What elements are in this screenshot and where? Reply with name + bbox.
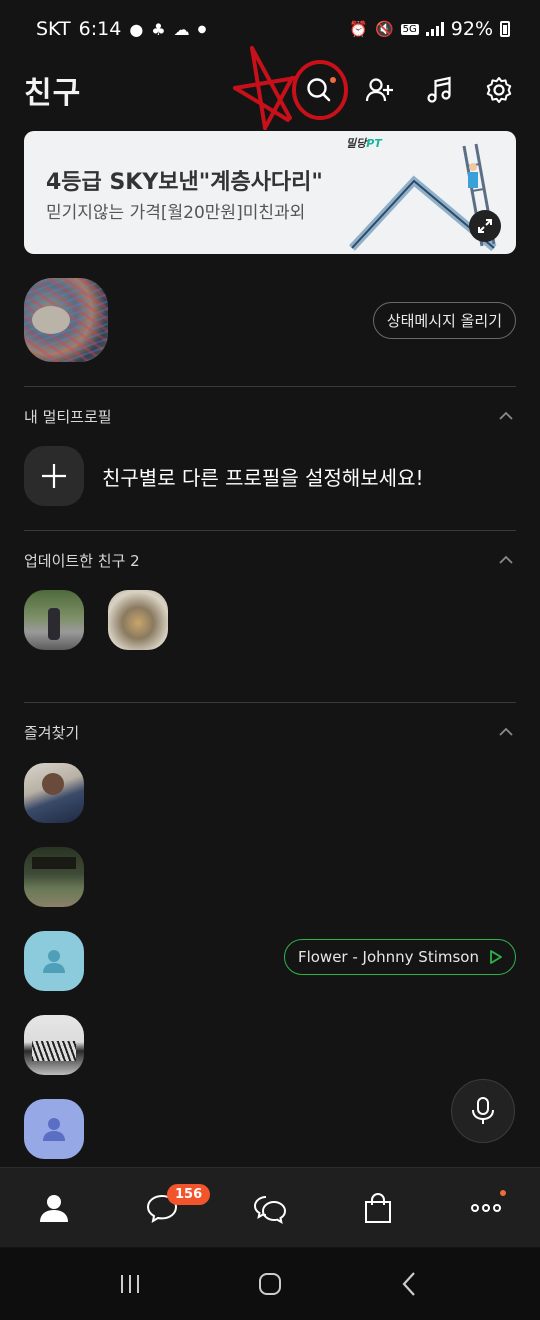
nav-more-tab[interactable] xyxy=(432,1168,540,1247)
mute-icon: 🔇 xyxy=(374,20,394,38)
nav-shopping-tab[interactable] xyxy=(324,1168,432,1247)
divider xyxy=(24,702,516,703)
my-profile-row[interactable]: 상태메시지 올리기 xyxy=(24,278,516,362)
favorite-friend-avatar[interactable] xyxy=(24,847,84,907)
multi-profile-prompt: 친구별로 다른 프로필을 설정해보세요! xyxy=(102,465,424,490)
music-button[interactable] xyxy=(422,73,456,107)
status-message-button[interactable]: 상태메시지 올리기 xyxy=(372,301,516,339)
back-icon[interactable] xyxy=(396,1270,424,1298)
voice-search-button[interactable] xyxy=(451,1079,515,1143)
profile-music-button[interactable]: Flower - Johnny Stimson xyxy=(283,939,516,975)
favorite-friend-avatar[interactable] xyxy=(24,1099,84,1159)
nav-friends-tab[interactable] xyxy=(0,1168,108,1247)
banner-expand-button[interactable] xyxy=(469,210,501,242)
add-multi-profile-row[interactable]: 친구별로 다른 프로필을 설정해보세요! xyxy=(24,446,516,506)
chat-notification-icon: ● xyxy=(129,19,144,39)
favorite-friend-row[interactable] xyxy=(24,763,516,823)
shopping-bag-icon xyxy=(365,1192,391,1223)
add-profile-button[interactable] xyxy=(24,446,84,506)
cloud-icon: ☁ xyxy=(173,19,190,39)
bottom-nav: 156 xyxy=(0,1167,540,1247)
more-notifications-dot-icon: ● xyxy=(197,23,207,35)
settings-icon xyxy=(486,77,512,103)
search-new-dot xyxy=(330,77,336,83)
favorite-friend-avatar[interactable] xyxy=(24,931,84,991)
unread-chats-badge: 156 xyxy=(167,1184,211,1205)
banner-title: 4등급 SKY보낸"계층사다리" xyxy=(46,170,323,195)
battery-label: 92% xyxy=(450,18,493,40)
favorite-friend-row[interactable]: Flower - Johnny Stimson xyxy=(24,931,516,991)
home-icon[interactable] xyxy=(256,1270,284,1298)
battery-icon xyxy=(500,21,510,37)
alarm-icon: ⏰ xyxy=(349,20,368,38)
person-filled-icon xyxy=(40,1194,68,1222)
nav-openchat-tab[interactable] xyxy=(216,1168,324,1247)
updated-friends-list xyxy=(24,590,168,650)
ad-banner[interactable]: 밀당PT 4등급 SKY보낸"계층사다리" 믿기지않는 가격[월20만원]미친과… xyxy=(24,131,516,254)
signal-icon xyxy=(425,22,444,36)
favorite-friend-row[interactable] xyxy=(24,847,516,907)
more-dots-icon xyxy=(471,1203,501,1212)
clock: 6:14 xyxy=(78,18,122,40)
carrier-label: SKT xyxy=(36,18,71,40)
favorite-friend-row[interactable] xyxy=(24,1099,516,1159)
app-notification-icon: ♣ xyxy=(151,19,166,39)
updated-friend-avatar[interactable] xyxy=(24,590,84,650)
multi-profile-header[interactable]: 내 멀티프로필 xyxy=(24,401,516,431)
favorite-friend-row[interactable] xyxy=(24,1015,516,1075)
section-title: 업데이트한 친구 2 xyxy=(24,551,140,570)
section-title: 내 멀티프로필 xyxy=(24,407,112,426)
updated-friend-avatar[interactable] xyxy=(108,590,168,650)
search-button[interactable] xyxy=(302,73,336,107)
plus-icon xyxy=(42,464,66,488)
more-new-dot xyxy=(500,1190,506,1196)
section-title: 즐겨찾기 xyxy=(24,723,80,742)
open-chat-icon xyxy=(253,1195,287,1224)
favorite-friend-avatar[interactable] xyxy=(24,763,84,823)
app-header: 친구 xyxy=(0,60,540,120)
settings-button[interactable] xyxy=(482,73,516,107)
profile-music-label: Flower - Johnny Stimson xyxy=(297,948,479,966)
chevron-up-icon[interactable] xyxy=(496,406,516,426)
divider xyxy=(24,530,516,531)
add-friend-button[interactable] xyxy=(362,73,396,107)
page-title: 친구 xyxy=(24,76,82,111)
favorites-header[interactable]: 즐겨찾기 xyxy=(24,717,516,747)
microphone-icon xyxy=(472,1097,494,1124)
recent-apps-icon[interactable] xyxy=(116,1270,144,1298)
chevron-up-icon[interactable] xyxy=(496,722,516,742)
status-bar: SKT 6:14 ● ♣ ☁ ● ⏰ 🔇 5G 92% xyxy=(0,0,540,58)
default-person-icon xyxy=(43,950,65,973)
nav-chats-tab[interactable]: 156 xyxy=(108,1168,216,1247)
music-icon xyxy=(427,76,451,103)
default-person-icon xyxy=(43,1118,65,1141)
divider xyxy=(24,386,516,387)
play-icon xyxy=(490,950,502,964)
add-friend-icon xyxy=(365,78,393,102)
expand-arrows-icon xyxy=(478,219,492,233)
chevron-up-icon[interactable] xyxy=(496,550,516,570)
system-nav-bar xyxy=(0,1248,540,1320)
updated-friends-header[interactable]: 업데이트한 친구 2 xyxy=(24,545,516,575)
favorite-friend-avatar[interactable] xyxy=(24,1015,84,1075)
network-label: 5G xyxy=(400,23,419,35)
banner-subtitle: 믿기지않는 가격[월20만원]미친과외 xyxy=(46,203,306,223)
my-profile-avatar[interactable] xyxy=(24,278,108,362)
